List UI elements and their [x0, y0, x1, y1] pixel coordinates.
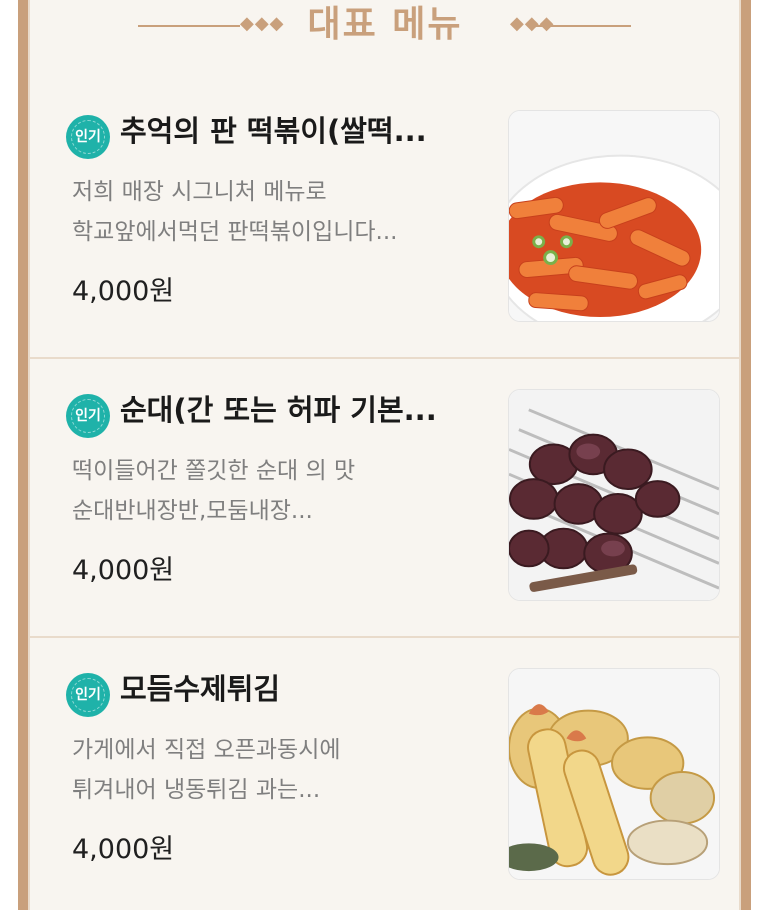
- menu-item-name: 순대(간 또는 허파 기본...: [120, 393, 437, 427]
- tteokbokki-image[interactable]: [508, 110, 720, 322]
- diamond-dots-icon: ◆◆◆: [240, 13, 285, 34]
- menu-item-price: 4,000원: [72, 555, 175, 586]
- header-line-right: [533, 25, 631, 27]
- header-line-left: [138, 25, 240, 27]
- menu-frame: ◆◆◆ 대표 메뉴 ◆◆◆ 인기 추억의 판 떡볶이(쌀떡... 저희 매장 시…: [18, 0, 751, 910]
- fried-food-image[interactable]: [508, 668, 720, 880]
- menu-item-name: 추억의 판 떡볶이(쌀떡...: [120, 114, 427, 148]
- menu-item[interactable]: 인기 순대(간 또는 허파 기본... 떡이들어간 쫄깃한 순대 의 맛 순대반…: [28, 359, 741, 638]
- description-line: 순대반내장반,모둠내장...: [72, 498, 313, 524]
- section-title: 대표 메뉴: [307, 4, 463, 45]
- popular-badge: 인기: [66, 673, 110, 717]
- menu-item-description: 가게에서 직접 오픈과동시에 튀겨내어 냉동튀김 과는...: [72, 730, 482, 810]
- popular-badge: 인기: [66, 394, 110, 438]
- sundae-illustration: [509, 390, 719, 600]
- menu-item-price: 4,000원: [72, 834, 175, 865]
- section-header: ◆◆◆ 대표 메뉴 ◆◆◆: [28, 0, 741, 60]
- menu-item-price: 4,000원: [72, 276, 175, 307]
- description-line: 학교앞에서먹던 판떡볶이입니다...: [72, 219, 398, 245]
- menu-item[interactable]: 인기 모듬수제튀김 가게에서 직접 오픈과동시에 튀겨내어 냉동튀김 과는...…: [28, 638, 741, 917]
- menu-item-name: 모듬수제튀김: [120, 672, 281, 706]
- popular-badge: 인기: [66, 115, 110, 159]
- description-line: 떡이들어간 쫄깃한 순대 의 맛: [72, 458, 356, 484]
- sundae-image[interactable]: [508, 389, 720, 601]
- menu-item-description: 떡이들어간 쫄깃한 순대 의 맛 순대반내장반,모둠내장...: [72, 451, 482, 531]
- description-line: 저희 매장 시그니처 메뉴로: [72, 179, 327, 205]
- menu-item[interactable]: 인기 추억의 판 떡볶이(쌀떡... 저희 매장 시그니처 메뉴로 학교앞에서먹…: [28, 80, 741, 359]
- tteokbokki-illustration: [509, 111, 719, 321]
- description-line: 튀겨내어 냉동튀김 과는...: [72, 777, 321, 803]
- description-line: 가게에서 직접 오픈과동시에: [72, 737, 341, 763]
- menu-item-description: 저희 매장 시그니처 메뉴로 학교앞에서먹던 판떡볶이입니다...: [72, 172, 482, 252]
- menu-list: 인기 추억의 판 떡볶이(쌀떡... 저희 매장 시그니처 메뉴로 학교앞에서먹…: [28, 80, 741, 917]
- fried-food-illustration: [509, 669, 719, 879]
- diamond-dots-icon: ◆◆◆: [510, 13, 555, 34]
